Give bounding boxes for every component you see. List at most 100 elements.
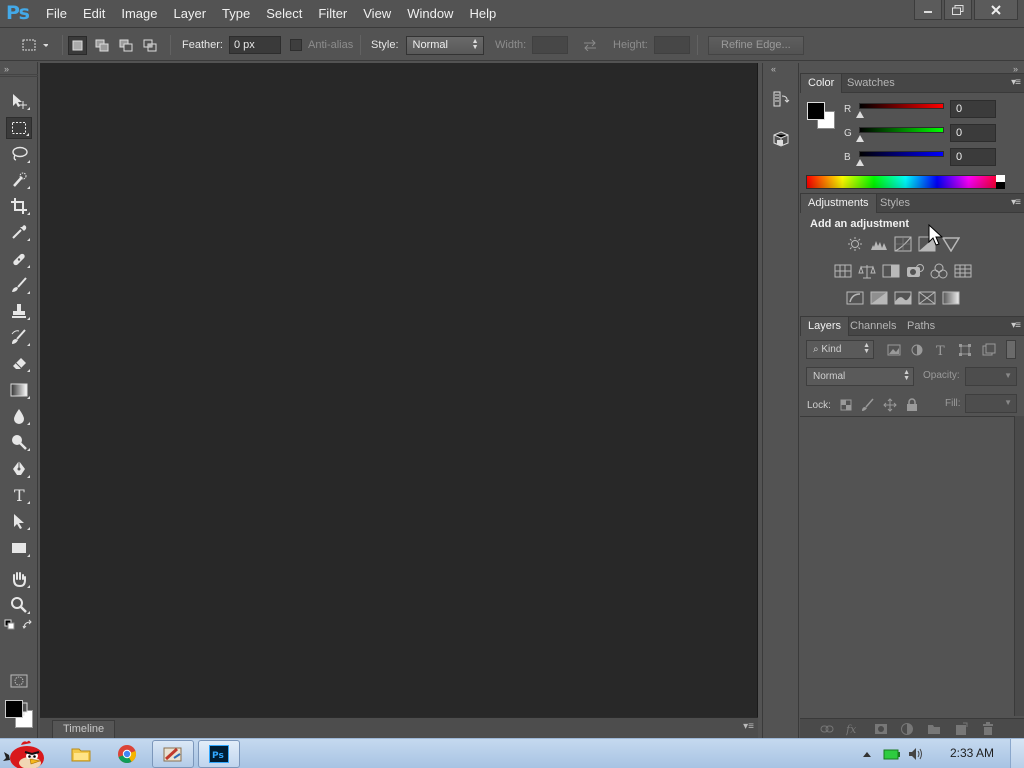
- layer-filter-kind-dropdown[interactable]: ⌕ Kind ▲ ▼: [806, 340, 874, 359]
- filter-toggle-switch[interactable]: [1006, 340, 1016, 359]
- vibrance-icon[interactable]: [942, 236, 960, 252]
- color-panel-foreground-swatch[interactable]: [807, 102, 825, 120]
- photoshop-taskbar-button[interactable]: Ps: [198, 740, 240, 768]
- toolbox-grip[interactable]: [0, 74, 38, 77]
- add-mask-icon[interactable]: [874, 722, 888, 736]
- tab-layers[interactable]: Layers: [800, 317, 850, 336]
- anti-alias-checkbox[interactable]: [290, 39, 302, 51]
- layers-scrollbar[interactable]: [1014, 416, 1024, 716]
- default-colors-button[interactable]: [2, 618, 18, 632]
- menu-image[interactable]: Image: [113, 0, 165, 28]
- type-layer-filter-icon[interactable]: T: [933, 342, 949, 358]
- system-clock[interactable]: 2:33 AM: [950, 746, 994, 760]
- fill-input[interactable]: ▼: [965, 394, 1017, 413]
- chrome-taskbar-button[interactable]: [112, 740, 142, 768]
- gradient-tool[interactable]: [6, 379, 32, 401]
- lock-transparent-pixels-icon[interactable]: [838, 397, 854, 413]
- add-to-selection-button[interactable]: [92, 36, 111, 55]
- refine-edge-button[interactable]: Refine Edge...: [708, 35, 804, 55]
- blue-slider[interactable]: [859, 151, 944, 157]
- foreground-color-swatch[interactable]: [5, 700, 23, 718]
- channel-mixer-icon[interactable]: [930, 263, 948, 279]
- panel-menu-icon[interactable]: ▾≡: [743, 721, 754, 732]
- tool-preset-picker[interactable]: [20, 29, 48, 61]
- brightness-contrast-icon[interactable]: [846, 236, 864, 252]
- selective-color-icon[interactable]: [918, 290, 936, 306]
- photo-filter-icon[interactable]: [906, 263, 924, 279]
- path-selection-tool[interactable]: [6, 510, 32, 532]
- clone-stamp-tool[interactable]: [6, 300, 32, 322]
- lock-image-pixels-icon[interactable]: [860, 397, 876, 413]
- show-hidden-icons-button[interactable]: [860, 740, 874, 768]
- color-balance-icon[interactable]: [858, 263, 876, 279]
- menu-edit[interactable]: Edit: [75, 0, 113, 28]
- paint-app-taskbar-button[interactable]: [152, 740, 194, 768]
- menu-type[interactable]: Type: [214, 0, 258, 28]
- new-layer-icon[interactable]: [954, 722, 968, 736]
- tab-styles[interactable]: Styles: [873, 194, 917, 213]
- menu-select[interactable]: Select: [258, 0, 310, 28]
- zoom-tool[interactable]: [6, 594, 32, 616]
- curves-icon[interactable]: [894, 236, 912, 252]
- blue-slider-thumb[interactable]: [856, 159, 864, 166]
- tab-swatches[interactable]: Swatches: [840, 74, 902, 93]
- new-selection-button[interactable]: [68, 35, 87, 55]
- quick-selection-tool[interactable]: [6, 169, 32, 191]
- eraser-tool[interactable]: [6, 352, 32, 374]
- start-button[interactable]: [2, 740, 52, 768]
- blue-value-input[interactable]: 0: [950, 148, 996, 166]
- blend-mode-dropdown[interactable]: Normal ▲ ▼: [806, 367, 914, 386]
- menu-help[interactable]: Help: [461, 0, 504, 28]
- green-slider-thumb[interactable]: [856, 135, 864, 142]
- history-panel-button[interactable]: [769, 87, 793, 111]
- menu-view[interactable]: View: [355, 0, 399, 28]
- subtract-from-selection-button[interactable]: [116, 36, 135, 55]
- invert-icon[interactable]: [846, 290, 864, 306]
- tab-adjustments[interactable]: Adjustments: [800, 194, 877, 213]
- properties-panel-button[interactable]: [769, 127, 793, 151]
- brush-tool[interactable]: [6, 274, 32, 296]
- red-slider[interactable]: [859, 103, 944, 109]
- rectangular-marquee-tool[interactable]: [6, 117, 32, 139]
- pen-tool[interactable]: [6, 458, 32, 480]
- layers-list[interactable]: [800, 416, 1014, 716]
- show-desktop-button[interactable]: [1010, 739, 1024, 768]
- move-tool[interactable]: [6, 90, 32, 112]
- green-slider[interactable]: [859, 127, 944, 133]
- tab-paths[interactable]: Paths: [900, 317, 942, 336]
- gradient-map-icon[interactable]: [942, 290, 960, 306]
- pixel-layer-filter-icon[interactable]: [886, 342, 902, 358]
- swap-colors-button[interactable]: [20, 618, 36, 632]
- hand-tool[interactable]: [6, 568, 32, 590]
- panel-menu-icon[interactable]: ▾≡: [1011, 320, 1021, 331]
- tab-color[interactable]: Color: [800, 74, 843, 93]
- dock-collapse-icon[interactable]: «: [771, 64, 776, 74]
- black-white-ramp[interactable]: [996, 175, 1005, 189]
- red-value-input[interactable]: 0: [950, 100, 996, 118]
- menu-file[interactable]: File: [38, 0, 75, 28]
- red-slider-thumb[interactable]: [856, 111, 864, 118]
- menu-filter[interactable]: Filter: [310, 0, 355, 28]
- color-spectrum-ramp[interactable]: [806, 175, 1005, 189]
- link-layers-icon[interactable]: [820, 722, 834, 736]
- new-group-folder-icon[interactable]: [927, 722, 941, 736]
- type-tool[interactable]: T: [6, 484, 32, 506]
- lock-all-icon[interactable]: [904, 397, 920, 413]
- rectangle-tool[interactable]: [6, 537, 32, 559]
- new-adjustment-layer-icon[interactable]: [900, 722, 914, 736]
- threshold-icon[interactable]: [894, 290, 912, 306]
- document-canvas-area[interactable]: [40, 63, 758, 717]
- quick-mask-button[interactable]: [6, 670, 32, 692]
- close-button[interactable]: [974, 0, 1018, 20]
- color-lookup-icon[interactable]: [954, 263, 972, 279]
- file-explorer-taskbar-button[interactable]: [66, 740, 96, 768]
- opacity-input[interactable]: ▼: [965, 367, 1017, 386]
- intersect-selection-button[interactable]: [140, 36, 159, 55]
- layer-style-fx-icon[interactable]: fx: [846, 722, 860, 736]
- panel-menu-icon[interactable]: ▾≡: [1011, 197, 1021, 208]
- black-white-icon[interactable]: [882, 263, 900, 279]
- adjustment-layer-filter-icon[interactable]: [909, 342, 925, 358]
- tab-channels[interactable]: Channels: [843, 317, 903, 336]
- timeline-tab[interactable]: Timeline: [52, 720, 116, 738]
- hue-saturation-icon[interactable]: [834, 263, 852, 279]
